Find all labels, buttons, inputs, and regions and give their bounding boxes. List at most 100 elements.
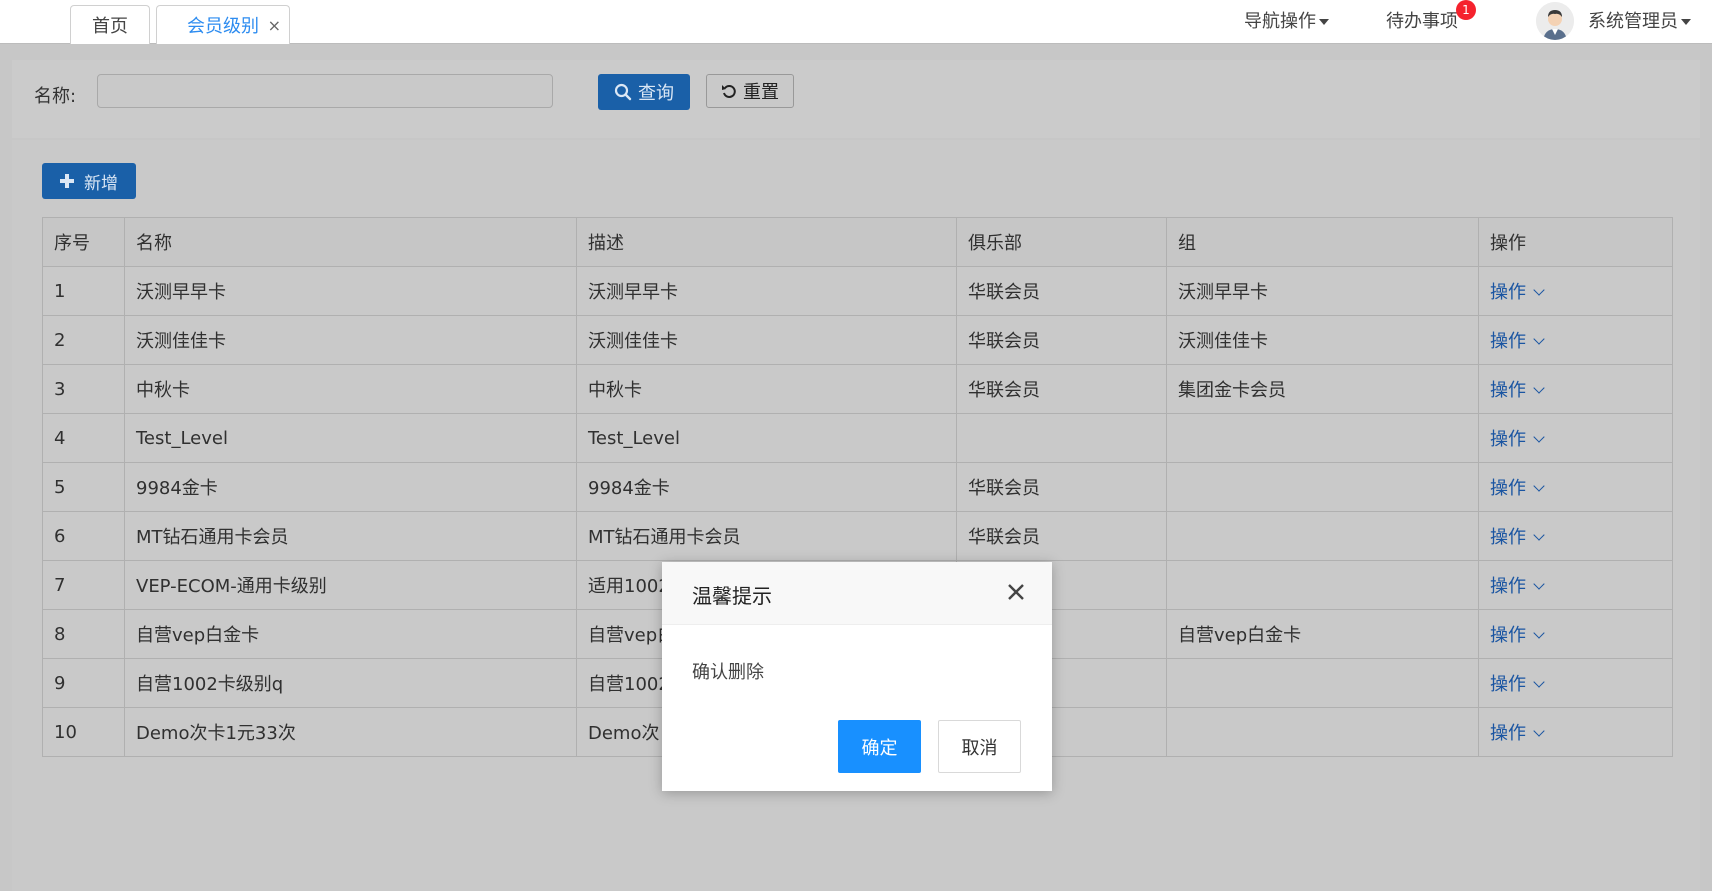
cell-desc: 9984金卡 <box>576 462 957 512</box>
chevron-down-icon <box>1533 431 1545 443</box>
cell-no: 2 <box>42 315 125 365</box>
column-header-op: 操作 <box>1478 217 1673 267</box>
filter-bar: 名称: 查询 重置 <box>12 60 1700 138</box>
name-filter-input[interactable] <box>97 74 553 108</box>
cell-club: 华联会员 <box>956 364 1167 414</box>
op-dropdown[interactable]: 操作 <box>1490 674 1545 695</box>
op-dropdown[interactable]: 操作 <box>1490 380 1545 401</box>
cell-op: 操作 <box>1478 315 1673 365</box>
tab-home-label: 首页 <box>92 16 128 37</box>
plus-icon <box>60 174 74 188</box>
op-dropdown[interactable]: 操作 <box>1490 478 1545 499</box>
cell-no: 9 <box>42 658 125 708</box>
cell-group: 沃测佳佳卡 <box>1166 315 1479 365</box>
cell-group <box>1166 511 1479 561</box>
table-row: 6 MT钻石通用卡会员 MT钻石通用卡会员 华联会员 操作 <box>42 511 1673 561</box>
query-button[interactable]: 查询 <box>598 74 690 110</box>
cell-no: 3 <box>42 364 125 414</box>
op-dropdown[interactable]: 操作 <box>1490 527 1545 548</box>
todo-label: 待办事项 <box>1386 11 1458 32</box>
chevron-down-icon <box>1533 333 1545 345</box>
todo-link[interactable]: 待办事项 <box>1386 7 1458 33</box>
reset-button-label: 重置 <box>743 82 779 103</box>
add-button[interactable]: 新增 <box>42 163 136 199</box>
cancel-button[interactable]: 取消 <box>938 720 1021 773</box>
tab-member-level[interactable]: 会员级别 × <box>156 5 290 44</box>
chevron-down-icon <box>1533 676 1545 688</box>
close-icon[interactable]: × <box>268 16 281 35</box>
avatar[interactable] <box>1536 2 1574 40</box>
user-menu[interactable]: 系统管理员 <box>1588 7 1691 33</box>
op-label: 操作 <box>1490 723 1526 744</box>
cell-club <box>956 413 1167 463</box>
column-header-club: 俱乐部 <box>956 217 1167 267</box>
add-button-label: 新增 <box>84 173 118 194</box>
cell-no: 10 <box>42 707 125 757</box>
chevron-down-icon <box>1533 627 1545 639</box>
name-filter-label: 名称: <box>34 86 77 107</box>
cell-group: 集团金卡会员 <box>1166 364 1479 414</box>
chevron-down-icon <box>1533 480 1545 492</box>
search-icon <box>614 83 632 101</box>
op-dropdown[interactable]: 操作 <box>1490 723 1545 744</box>
op-dropdown[interactable]: 操作 <box>1490 429 1545 450</box>
cell-group: 自营vep白金卡 <box>1166 609 1479 659</box>
cell-desc: 沃测佳佳卡 <box>576 315 957 365</box>
nav-ops-dropdown[interactable]: 导航操作 <box>1244 7 1329 33</box>
cell-op: 操作 <box>1478 560 1673 610</box>
cell-group <box>1166 413 1479 463</box>
cell-no: 4 <box>42 413 125 463</box>
cell-desc: Test_Level <box>576 413 957 463</box>
op-dropdown[interactable]: 操作 <box>1490 625 1545 646</box>
cell-name: Test_Level <box>124 413 577 463</box>
chevron-down-icon <box>1533 529 1545 541</box>
cell-name: 自营1002卡级别q <box>124 658 577 708</box>
cell-no: 1 <box>42 266 125 316</box>
op-dropdown[interactable]: 操作 <box>1490 576 1545 597</box>
cell-group <box>1166 560 1479 610</box>
cell-club: 华联会员 <box>956 315 1167 365</box>
tab-home[interactable]: 首页 <box>70 5 150 44</box>
user-avatar-icon <box>1536 2 1574 40</box>
cell-group <box>1166 462 1479 512</box>
cell-name: MT钻石通用卡会员 <box>124 511 577 561</box>
cell-no: 6 <box>42 511 125 561</box>
dialog-title: 温馨提示 <box>692 584 772 608</box>
cell-name: 中秋卡 <box>124 364 577 414</box>
chevron-down-icon <box>1533 284 1545 296</box>
op-label: 操作 <box>1490 527 1526 548</box>
cell-club: 华联会员 <box>956 266 1167 316</box>
top-bar: 首页 会员级别 × 导航操作 待办事项 1 系统管理员 <box>0 0 1712 44</box>
table-header-row: 序号 名称 描述 俱乐部 组 操作 <box>42 217 1673 267</box>
column-header-name: 名称 <box>124 217 577 267</box>
cell-desc: 沃测早早卡 <box>576 266 957 316</box>
chevron-down-icon <box>1533 725 1545 737</box>
op-dropdown[interactable]: 操作 <box>1490 331 1545 352</box>
cell-no: 7 <box>42 560 125 610</box>
cell-op: 操作 <box>1478 609 1673 659</box>
nav-ops-label: 导航操作 <box>1244 11 1316 32</box>
cell-name: Demo次卡1元33次 <box>124 707 577 757</box>
close-icon[interactable] <box>1006 582 1026 602</box>
column-header-group: 组 <box>1166 217 1479 267</box>
chevron-down-icon <box>1533 578 1545 590</box>
op-label: 操作 <box>1490 478 1526 499</box>
cell-no: 8 <box>42 609 125 659</box>
table-row: 3 中秋卡 中秋卡 华联会员 集团金卡会员 操作 <box>42 364 1673 414</box>
table-row: 4 Test_Level Test_Level 操作 <box>42 413 1673 463</box>
op-label: 操作 <box>1490 282 1526 303</box>
column-header-no: 序号 <box>42 217 125 267</box>
todo-badge: 1 <box>1456 0 1476 20</box>
reset-button[interactable]: 重置 <box>706 74 794 108</box>
op-dropdown[interactable]: 操作 <box>1490 282 1545 303</box>
cell-op: 操作 <box>1478 266 1673 316</box>
confirm-button[interactable]: 确定 <box>838 720 921 773</box>
cell-name: 沃测佳佳卡 <box>124 315 577 365</box>
column-header-desc: 描述 <box>576 217 957 267</box>
cell-name: 自营vep白金卡 <box>124 609 577 659</box>
cell-op: 操作 <box>1478 658 1673 708</box>
cell-desc: MT钻石通用卡会员 <box>576 511 957 561</box>
query-button-label: 查询 <box>638 83 674 104</box>
cell-op: 操作 <box>1478 511 1673 561</box>
tab-member-level-label: 会员级别 <box>187 16 259 37</box>
